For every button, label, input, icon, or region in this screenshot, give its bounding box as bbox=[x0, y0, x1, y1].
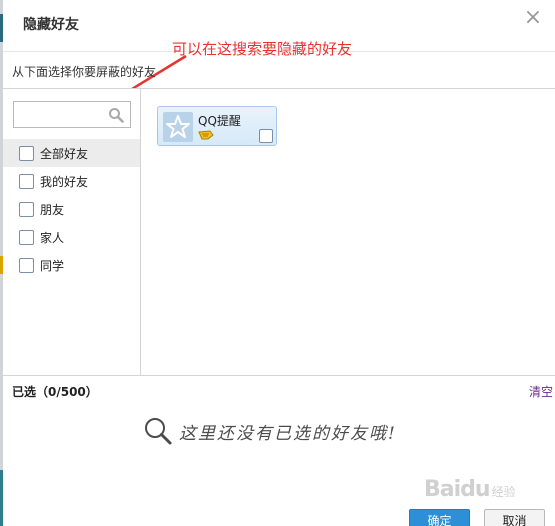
watermark-sub: 经验 bbox=[491, 485, 516, 499]
group-pane: 全部好友 我的好友 朋友 家人 同学 bbox=[3, 89, 141, 375]
empty-selection-text: 这里还没有已选的好友哦! bbox=[179, 423, 397, 444]
close-icon[interactable]: × bbox=[521, 6, 545, 30]
empty-selection-message: 这里还没有已选的好友哦! bbox=[143, 416, 397, 446]
instruction-text: 从下面选择你要屏蔽的好友 bbox=[12, 65, 157, 79]
group-checkbox[interactable] bbox=[19, 201, 34, 217]
group-checkbox[interactable] bbox=[19, 257, 34, 273]
group-item-friends[interactable]: 朋友 bbox=[3, 195, 140, 223]
friend-checkbox[interactable] bbox=[259, 129, 273, 143]
search-icon[interactable] bbox=[108, 107, 124, 123]
ok-button[interactable]: 确定 bbox=[409, 509, 470, 526]
group-label: 全部好友 bbox=[40, 146, 89, 161]
watermark-logo: Baidu 经验 bbox=[424, 477, 516, 502]
divider bbox=[3, 375, 555, 376]
group-checkbox[interactable] bbox=[19, 229, 34, 245]
selected-count: 已选（0/500） bbox=[12, 385, 98, 399]
group-label: 家人 bbox=[40, 230, 65, 245]
group-item-all[interactable]: 全部好友 bbox=[3, 139, 140, 167]
friend-name: QQ提醒 bbox=[198, 114, 241, 128]
star-icon bbox=[166, 115, 190, 138]
annotation-text: 可以在这搜索要隐藏的好友 bbox=[172, 40, 353, 58]
group-item-classmates[interactable]: 同学 bbox=[3, 251, 140, 279]
group-label: 同学 bbox=[40, 258, 65, 273]
cancel-button[interactable]: 取消 bbox=[484, 509, 545, 526]
search-icon bbox=[145, 418, 172, 445]
vip-icon bbox=[198, 130, 214, 140]
clear-link[interactable]: 清空 bbox=[529, 383, 553, 400]
search-input[interactable] bbox=[14, 102, 106, 127]
watermark-main: Baidu bbox=[424, 477, 491, 502]
friend-card[interactable]: QQ提醒 bbox=[157, 106, 277, 146]
group-checkbox[interactable] bbox=[19, 173, 34, 189]
avatar bbox=[163, 112, 193, 142]
group-label: 朋友 bbox=[40, 202, 65, 217]
group-label: 我的好友 bbox=[40, 174, 89, 189]
group-item-my-friends[interactable]: 我的好友 bbox=[3, 167, 140, 195]
search-box bbox=[13, 101, 131, 128]
group-item-family[interactable]: 家人 bbox=[3, 223, 140, 251]
group-list: 全部好友 我的好友 朋友 家人 同学 bbox=[3, 139, 140, 279]
group-checkbox[interactable] bbox=[19, 145, 34, 161]
dialog-title: 隐藏好友 bbox=[23, 17, 79, 33]
background-window-mark bbox=[0, 470, 3, 526]
